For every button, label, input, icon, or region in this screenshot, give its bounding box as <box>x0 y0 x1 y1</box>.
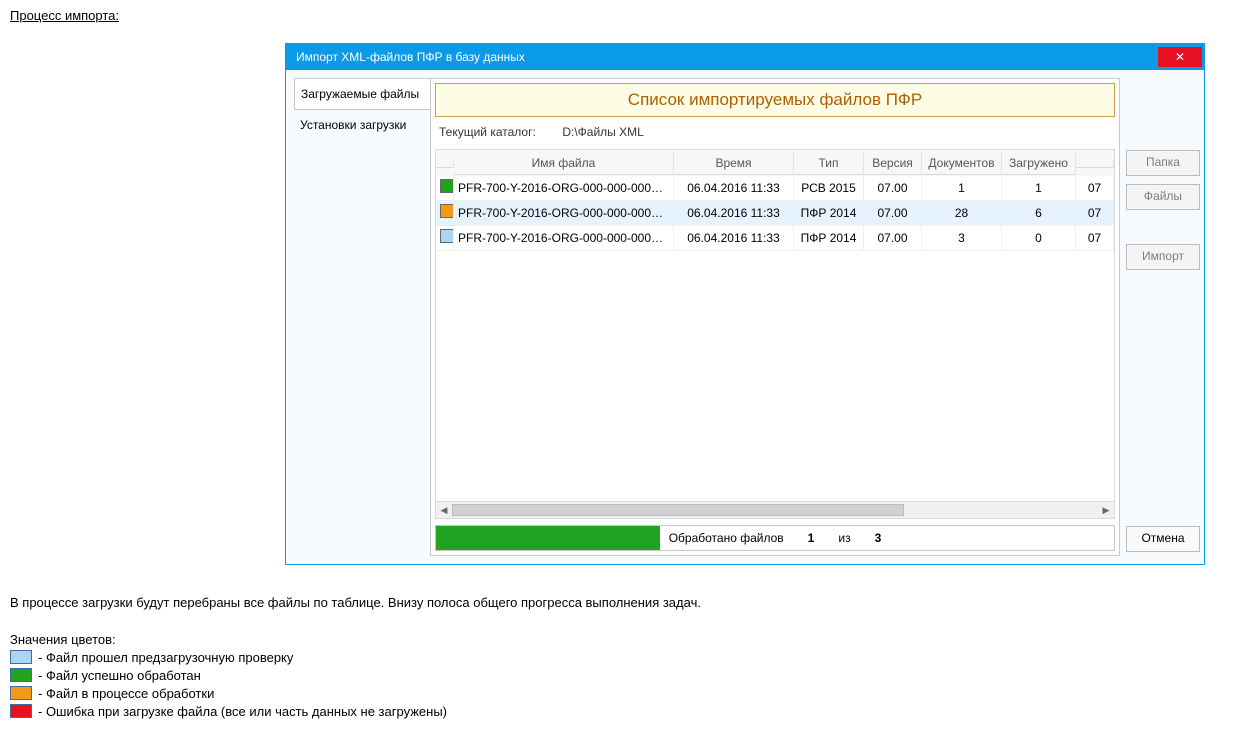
cell-filename: PFR-700-Y-2016-ORG-000-000-000000-... <box>454 176 674 201</box>
section-title: Процесс импорта: <box>10 8 1225 23</box>
cell-version: 07.00 <box>864 201 922 226</box>
table-row[interactable]: PFR-700-Y-2016-ORG-000-000-000000-...06.… <box>436 226 1114 251</box>
tab-settings[interactable]: Установки загрузки <box>294 110 430 140</box>
window-close-button[interactable]: ✕ <box>1158 47 1202 67</box>
row-status-swatch <box>436 176 454 201</box>
cancel-button[interactable]: Отмена <box>1126 526 1200 552</box>
cell-loaded: 0 <box>1002 226 1076 251</box>
cell-loaded: 6 <box>1002 201 1076 226</box>
cell-filename: PFR-700-Y-2016-ORG-000-000-000000-... <box>454 201 674 226</box>
cell-docs: 28 <box>922 201 1002 226</box>
legend-swatch <box>10 686 32 700</box>
legend-title: Значения цветов: <box>10 632 1225 647</box>
legend-swatch <box>10 650 32 664</box>
legend-swatch <box>10 704 32 718</box>
legend-text: - Ошибка при загрузке файла (все или час… <box>38 704 447 719</box>
catalog-value: D:\Файлы XML <box>562 125 643 139</box>
cell-time: 06.04.2016 11:33 <box>674 176 794 201</box>
side-buttons: Папка Файлы Импорт Отмена <box>1126 78 1200 556</box>
folder-button[interactable]: Папка <box>1126 150 1200 176</box>
row-status-swatch <box>436 201 454 226</box>
cell-type: РСВ 2015 <box>794 176 864 201</box>
legend-text: - Файл успешно обработан <box>38 668 201 683</box>
description-text: В процессе загрузки будут перебраны все … <box>10 593 1225 614</box>
window-title: Импорт XML-файлов ПФР в базу данных <box>296 50 525 64</box>
close-icon: ✕ <box>1175 51 1185 63</box>
cell-version: 07.00 <box>864 226 922 251</box>
col-color <box>436 159 454 168</box>
import-button[interactable]: Импорт <box>1126 244 1200 270</box>
legend-item: - Ошибка при загрузке файла (все или час… <box>10 704 1225 719</box>
cell-docs: 3 <box>922 226 1002 251</box>
cell-tail: 07 <box>1076 226 1114 251</box>
cell-filename: PFR-700-Y-2016-ORG-000-000-000000-... <box>454 226 674 251</box>
col-version[interactable]: Версия <box>864 152 922 175</box>
legend-item: - Файл успешно обработан <box>10 668 1225 683</box>
legend-swatch <box>10 668 32 682</box>
col-loaded[interactable]: Загружено <box>1002 152 1076 175</box>
table-row[interactable]: PFR-700-Y-2016-ORG-000-000-000000-...06.… <box>436 176 1114 201</box>
tab-label: Установки загрузки <box>300 118 406 132</box>
window-titlebar: Импорт XML-файлов ПФР в базу данных ✕ <box>286 44 1204 70</box>
tab-files[interactable]: Загружаемые файлы <box>294 78 430 110</box>
progress-of-label: из <box>838 531 850 545</box>
catalog-row: Текущий каталог: D:\Файлы XML <box>435 121 1115 149</box>
files-button[interactable]: Файлы <box>1126 184 1200 210</box>
progress-label: Обработано файлов <box>669 531 784 545</box>
col-time[interactable]: Время <box>674 152 794 175</box>
import-window: Импорт XML-файлов ПФР в базу данных ✕ За… <box>285 43 1205 565</box>
progress-bar: Обработано файлов 1 из 3 <box>435 525 1115 551</box>
row-status-swatch <box>436 226 454 251</box>
cell-type: ПФР 2014 <box>794 201 864 226</box>
progress-done: 1 <box>808 531 815 545</box>
legend-text: - Файл прошел предзагрузочную проверку <box>38 650 293 665</box>
scroll-right-icon[interactable]: ▶ <box>1098 502 1114 518</box>
col-docs[interactable]: Документов <box>922 152 1002 175</box>
cell-tail: 07 <box>1076 176 1114 201</box>
legend-text: - Файл в процессе обработки <box>38 686 214 701</box>
cell-tail: 07 <box>1076 201 1114 226</box>
files-grid: Имя файла Время Тип Версия Документов За… <box>435 149 1115 519</box>
tab-label: Загружаемые файлы <box>301 87 419 101</box>
grid-header: Имя файла Время Тип Версия Документов За… <box>436 150 1114 176</box>
legend-item: - Файл в процессе обработки <box>10 686 1225 701</box>
cell-docs: 1 <box>922 176 1002 201</box>
scroll-track[interactable] <box>452 503 1098 517</box>
cell-time: 06.04.2016 11:33 <box>674 201 794 226</box>
content-area: Список импортируемых файлов ПФР Текущий … <box>430 78 1120 556</box>
cell-loaded: 1 <box>1002 176 1076 201</box>
col-filename[interactable]: Имя файла <box>454 152 674 175</box>
legend-item: - Файл прошел предзагрузочную проверку <box>10 650 1225 665</box>
cell-version: 07.00 <box>864 176 922 201</box>
scroll-thumb[interactable] <box>452 504 904 516</box>
col-type[interactable]: Тип <box>794 152 864 175</box>
tabs-panel: Загружаемые файлы Установки загрузки <box>294 78 430 556</box>
list-title: Список импортируемых файлов ПФР <box>435 83 1115 117</box>
progress-total: 3 <box>875 531 882 545</box>
catalog-label: Текущий каталог: <box>439 125 559 139</box>
scroll-left-icon[interactable]: ◀ <box>436 502 452 518</box>
cell-type: ПФР 2014 <box>794 226 864 251</box>
col-tail <box>1076 159 1114 168</box>
cell-time: 06.04.2016 11:33 <box>674 226 794 251</box>
table-row[interactable]: PFR-700-Y-2016-ORG-000-000-000000-...06.… <box>436 201 1114 226</box>
horizontal-scrollbar[interactable]: ◀ ▶ <box>436 501 1114 518</box>
grid-empty-space <box>436 251 1114 501</box>
